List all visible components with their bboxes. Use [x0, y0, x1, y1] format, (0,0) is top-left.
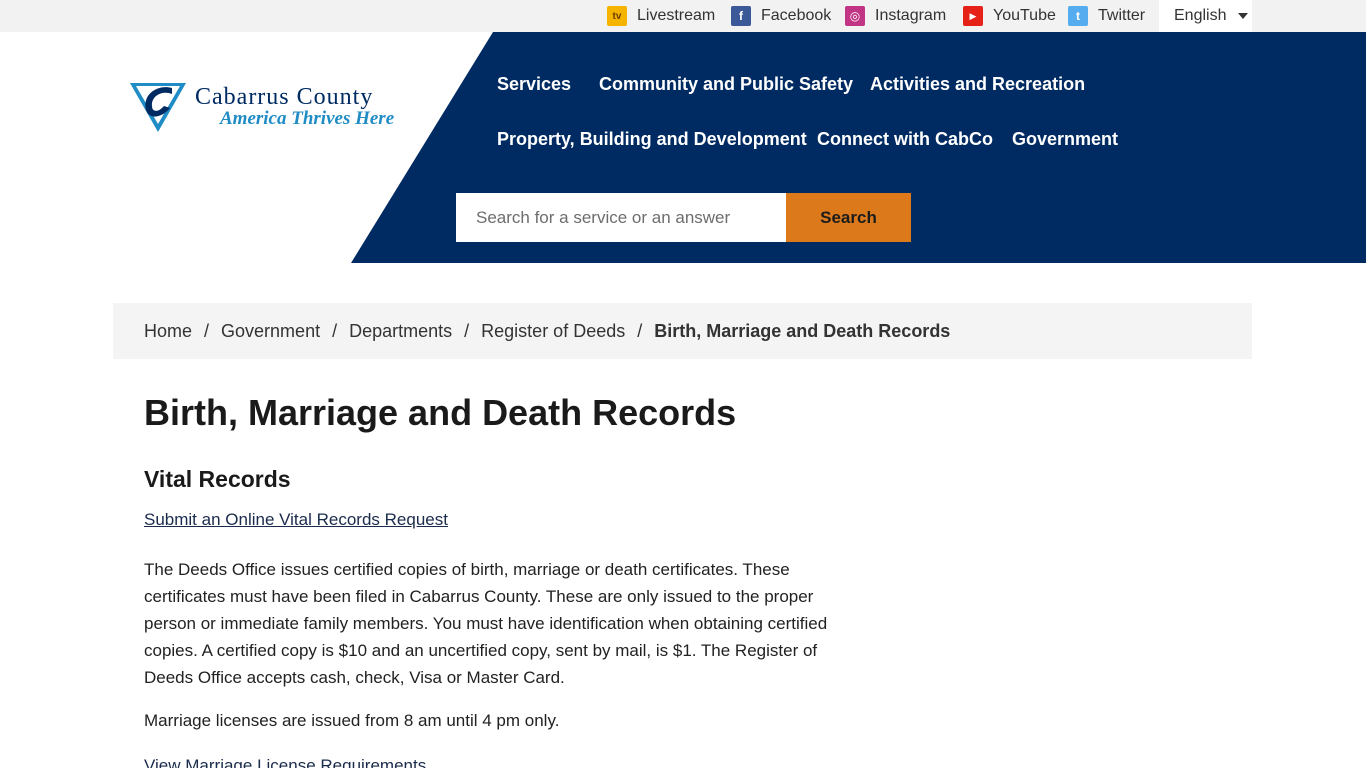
search-input[interactable] — [456, 193, 786, 242]
vital-records-description: The Deeds Office issues certified copies… — [144, 560, 828, 687]
breadcrumb-departments[interactable]: Departments — [349, 321, 452, 342]
nav-connect-cabco[interactable]: Connect with CabCo — [817, 129, 993, 150]
nav-government[interactable]: Government — [1012, 129, 1118, 150]
instagram-label: Instagram — [875, 7, 947, 24]
breadcrumb-separator: / — [332, 320, 338, 341]
twitter-link[interactable]: t Twitter — [1068, 0, 1145, 32]
language-value: English — [1174, 7, 1227, 24]
utility-bar: tv Livestream f Facebook ◎ Instagram ▶ Y… — [0, 0, 1366, 32]
nav-services[interactable]: Services — [497, 74, 571, 95]
youtube-label: YouTube — [993, 7, 1056, 24]
livestream-link[interactable]: tv Livestream — [607, 0, 715, 32]
nav-property-building[interactable]: Property, Building and Development — [497, 129, 807, 150]
site-logo[interactable]: Cabarrus County America Thrives Here — [128, 80, 428, 136]
breadcrumb-separator: / — [464, 320, 470, 341]
breadcrumb-home[interactable]: Home — [144, 321, 192, 342]
breadcrumb-current: Birth, Marriage and Death Records — [654, 320, 951, 341]
facebook-link[interactable]: f Facebook — [731, 0, 831, 32]
youtube-link[interactable]: ▶ YouTube — [963, 0, 1056, 32]
section-heading: Vital Records — [144, 466, 291, 492]
breadcrumb: Home / Government / Departments / Regist… — [113, 303, 1252, 359]
page-title: Birth, Marriage and Death Records — [144, 392, 737, 433]
instagram-icon: ◎ — [845, 6, 865, 26]
breadcrumb-register-of-deeds[interactable]: Register of Deeds — [481, 321, 625, 342]
county-logo-icon — [130, 83, 186, 132]
marriage-license-requirements-link[interactable]: View Marriage License Requirements — [144, 756, 426, 768]
language-select[interactable]: English — [1159, 0, 1252, 32]
tv-icon: tv — [607, 6, 627, 26]
twitter-icon: t — [1068, 6, 1088, 26]
nav-activities-recreation[interactable]: Activities and Recreation — [870, 74, 1085, 95]
vital-records-request-link[interactable]: Submit an Online Vital Records Request — [144, 510, 448, 530]
youtube-icon: ▶ — [963, 6, 983, 26]
twitter-label: Twitter — [1098, 7, 1146, 24]
facebook-icon: f — [731, 6, 751, 26]
breadcrumb-government[interactable]: Government — [221, 321, 320, 342]
instagram-link[interactable]: ◎ Instagram — [845, 0, 946, 32]
facebook-label: Facebook — [761, 7, 832, 24]
logo-county-name: Cabarrus County — [195, 84, 374, 110]
search-button[interactable]: Search — [786, 193, 911, 242]
breadcrumb-separator: / — [204, 320, 210, 341]
nav-community-public-safety[interactable]: Community and Public Safety — [599, 74, 853, 95]
livestream-label: Livestream — [637, 7, 716, 24]
chevron-down-icon — [1238, 13, 1249, 19]
logo-tagline: America Thrives Here — [220, 108, 395, 129]
breadcrumb-separator: / — [637, 320, 643, 341]
marriage-license-hours: Marriage licenses are issued from 8 am u… — [144, 711, 560, 730]
